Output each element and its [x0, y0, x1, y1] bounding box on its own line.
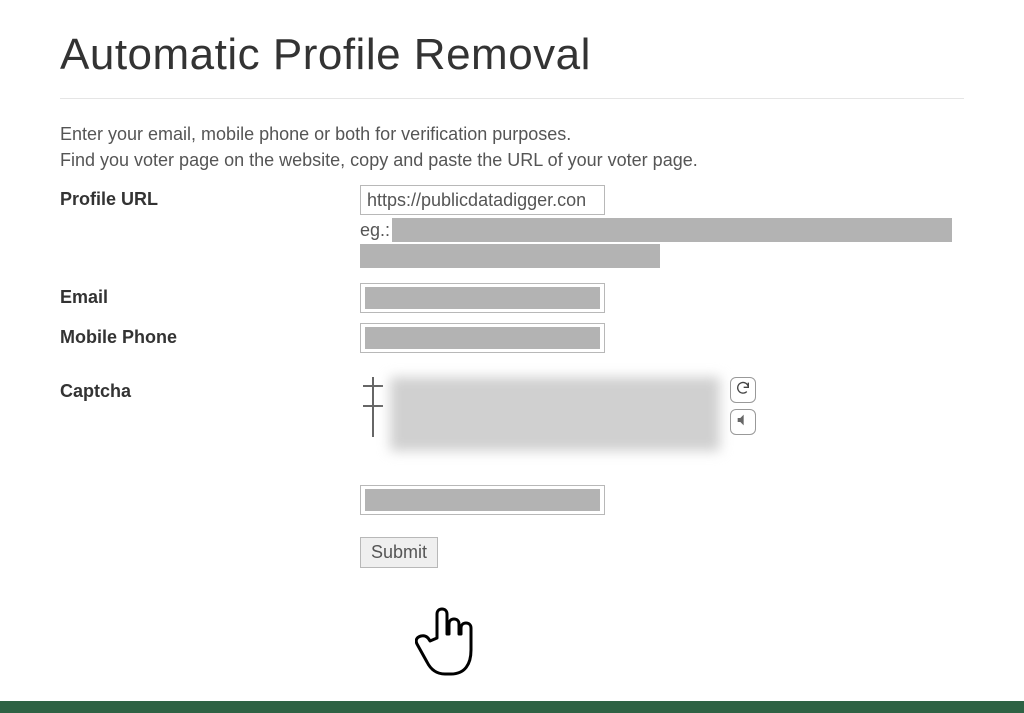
- profile-url-example: eg.:: [360, 217, 964, 269]
- intro-text: Enter your email, mobile phone or both f…: [60, 121, 964, 173]
- profile-url-input[interactable]: [360, 185, 605, 215]
- captcha-refresh-button[interactable]: [730, 377, 756, 403]
- redacted-example-line-1: [392, 218, 952, 242]
- email-input[interactable]: [360, 283, 605, 313]
- page-title: Automatic Profile Removal: [60, 30, 964, 80]
- mobile-phone-label: Mobile Phone: [60, 323, 360, 348]
- captcha-audio-button[interactable]: [730, 409, 756, 435]
- example-prefix: eg.:: [360, 220, 390, 241]
- submit-button[interactable]: Submit: [360, 537, 438, 568]
- redacted-value: [365, 287, 600, 309]
- mobile-phone-input[interactable]: [360, 323, 605, 353]
- speaker-icon: [735, 412, 751, 433]
- captcha-input[interactable]: [360, 485, 605, 515]
- intro-line-2: Find you voter page on the website, copy…: [60, 150, 698, 170]
- captcha-axis-icon: [360, 377, 386, 437]
- profile-url-label: Profile URL: [60, 185, 360, 210]
- refresh-icon: [735, 380, 751, 401]
- divider: [60, 98, 964, 99]
- footer-bar: [0, 701, 1024, 713]
- captcha-label: Captcha: [60, 377, 360, 402]
- captcha-image: [390, 377, 720, 451]
- email-label: Email: [60, 283, 360, 308]
- redacted-example-line-2: [360, 244, 660, 268]
- intro-line-1: Enter your email, mobile phone or both f…: [60, 124, 571, 144]
- hand-cursor-icon: [415, 600, 485, 690]
- redacted-value: [365, 489, 600, 511]
- redacted-value: [365, 327, 600, 349]
